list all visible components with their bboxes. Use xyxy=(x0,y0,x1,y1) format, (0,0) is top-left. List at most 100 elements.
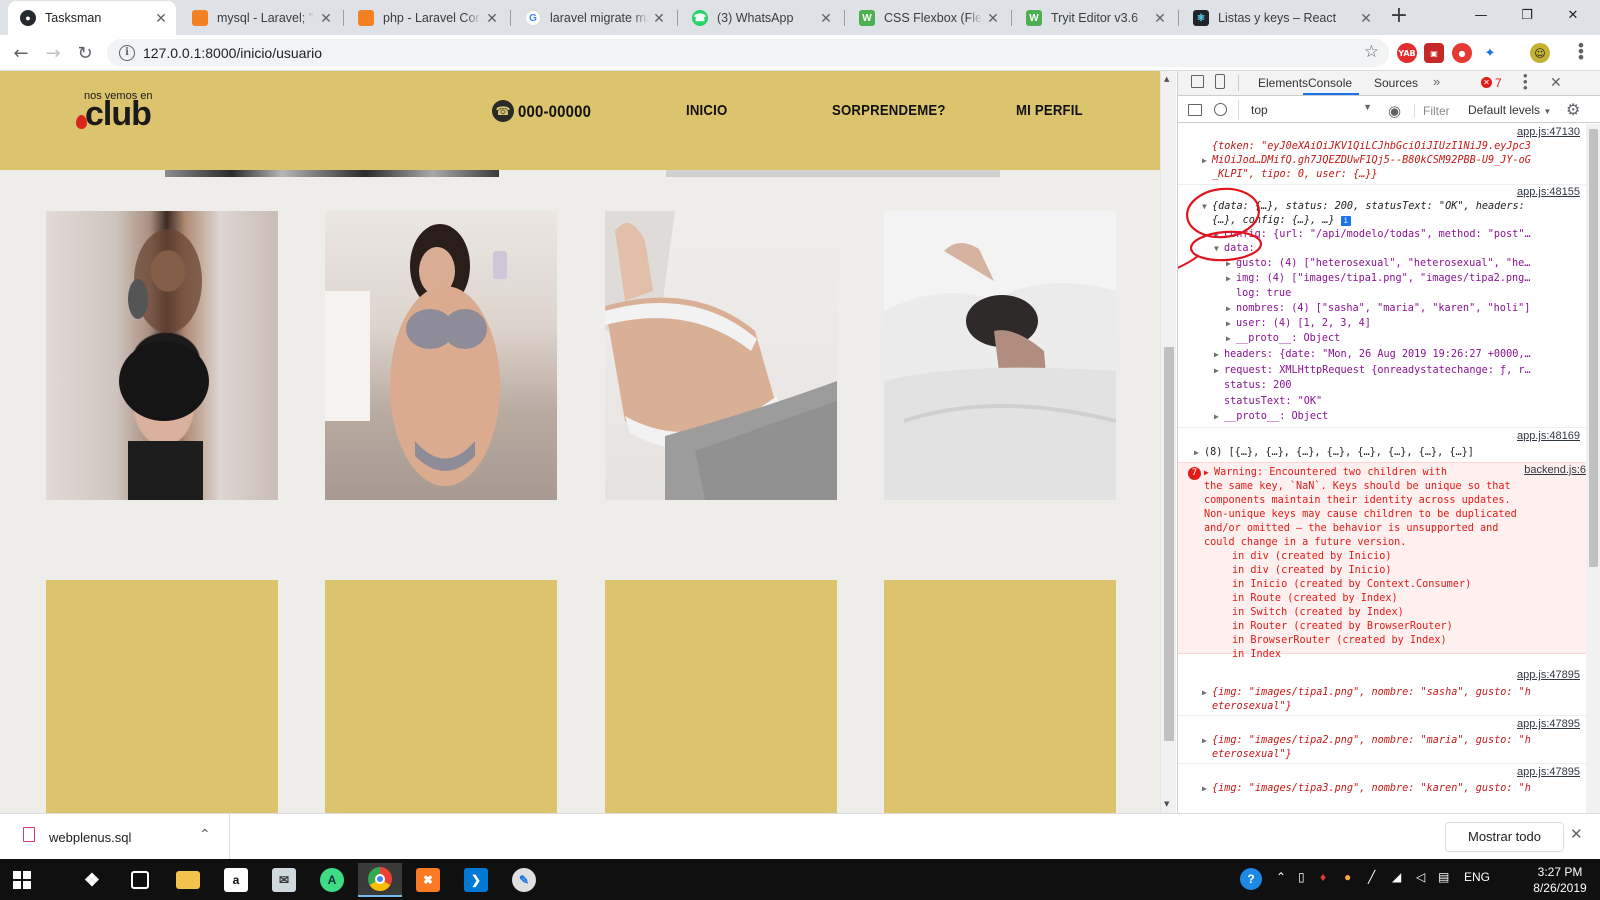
tab-react-keys[interactable]: ⚛ Listas y keys – React ✕ xyxy=(1181,1,1381,35)
bookmark-star-icon[interactable]: ☆ xyxy=(1364,42,1379,62)
notifications-tray-icon[interactable]: ▤ xyxy=(1438,870,1449,884)
more-tabs-icon[interactable]: » xyxy=(1433,74,1440,89)
close-tab-icon[interactable]: ✕ xyxy=(154,10,168,27)
log-line[interactable]: ▶ {img: "images/tipa2.png", nombre: "mari… xyxy=(1202,734,1531,748)
expand-arrow-icon[interactable]: ▶ xyxy=(1204,466,1214,480)
close-devtools-icon[interactable]: ✕ xyxy=(1550,74,1562,91)
yab-extension-icon[interactable]: YAB xyxy=(1397,43,1417,63)
start-button[interactable] xyxy=(0,863,44,897)
log-line[interactable]: ▶ __proto__: Object xyxy=(1214,410,1328,424)
volume-tray-icon[interactable]: ◁ xyxy=(1416,870,1425,884)
show-hidden-icons-icon[interactable]: ⌃ xyxy=(1276,870,1286,884)
download-item[interactable]: webplenus.sql ⌃ xyxy=(0,814,230,859)
expand-arrow-icon[interactable]: ▶ xyxy=(1214,364,1224,378)
inspect-element-icon[interactable] xyxy=(1191,75,1204,88)
close-tab-icon[interactable]: ✕ xyxy=(319,10,333,27)
tab-php-laravel[interactable]: php - Laravel Conne ✕ xyxy=(346,1,507,35)
error-count[interactable]: 7 xyxy=(1495,76,1502,90)
close-tab-icon[interactable]: ✕ xyxy=(485,10,499,27)
taskbar-store[interactable] xyxy=(118,863,162,897)
devtools-scroll-thumb[interactable] xyxy=(1589,129,1598,567)
collapse-arrow-icon[interactable]: ▼ xyxy=(1214,242,1224,256)
wifi-tray-icon[interactable]: ◢ xyxy=(1392,870,1401,884)
error-badge-icon[interactable]: ✕ xyxy=(1481,77,1492,88)
nav-phone[interactable]: 000-00000 xyxy=(518,102,591,122)
log-line[interactable]: ▶ Warning: Encountered two children with xyxy=(1204,466,1447,480)
collapse-arrow-icon[interactable]: ▼ xyxy=(1202,200,1212,214)
log-source-link[interactable]: app.js:48169 xyxy=(1517,430,1580,444)
tab-mysql[interactable]: mysql - Laravel; "SQ ✕ xyxy=(180,1,341,35)
log-line[interactable]: ▶ {img: "images/tipa1.png", nombre: "sash… xyxy=(1202,686,1531,700)
taskbar-dropbox[interactable]: ❖ xyxy=(70,863,114,897)
model-card-6[interactable] xyxy=(325,580,557,813)
log-source-link[interactable]: app.js:47895 xyxy=(1517,718,1580,732)
devtools-tab-sources[interactable]: Sources xyxy=(1374,76,1418,90)
nav-mi-perfil[interactable]: MI PERFIL xyxy=(1016,102,1083,119)
address-bar[interactable]: i 127.0.0.1:8000/inicio/usuario ☆ xyxy=(107,39,1389,67)
back-button[interactable]: ← xyxy=(8,40,34,66)
expand-arrow-icon[interactable]: ▶ xyxy=(1214,348,1224,362)
model-card-5[interactable] xyxy=(46,580,278,813)
expand-arrow-icon[interactable]: ▶ xyxy=(1226,272,1236,286)
taskbar-explorer[interactable] xyxy=(166,863,210,897)
log-line[interactable]: ▶ (8) [{…}, {…}, {…}, {…}, {…}, {…}, {…},… xyxy=(1194,446,1474,460)
help-tray-icon[interactable]: ? xyxy=(1240,868,1262,890)
expand-arrow-icon[interactable]: ▶ xyxy=(1226,317,1236,331)
log-line[interactable]: ▶ user: (4) [1, 2, 3, 4] xyxy=(1226,317,1371,331)
model-photo-3[interactable] xyxy=(605,211,837,500)
puzzle-extension-icon[interactable]: ▣ xyxy=(1424,43,1444,63)
devtools-tab-elements[interactable]: Elements xyxy=(1258,76,1308,90)
log-line[interactable]: ▶ {img: "images/tipa3.png", nombre: "kare… xyxy=(1202,782,1531,796)
reload-button[interactable]: ↻ xyxy=(72,40,98,66)
taskbar-xampp[interactable]: ✖ xyxy=(406,863,450,897)
log-line[interactable]: ▼ {data: {…}, status: 200, statusText: "O… xyxy=(1202,200,1525,214)
tab-css-flexbox[interactable]: W CSS Flexbox (Flexibl ✕ xyxy=(847,1,1008,35)
tab-laravel-migrate[interactable]: G laravel migrate mac ✕ xyxy=(513,1,674,35)
tab-tryit-editor[interactable]: W Tryit Editor v3.6 ✕ xyxy=(1014,1,1175,35)
filter-input[interactable]: Filter xyxy=(1414,104,1450,118)
show-all-downloads-button[interactable]: Mostrar todo xyxy=(1445,822,1564,852)
language-indicator[interactable]: ENG xyxy=(1464,870,1490,884)
close-tab-icon[interactable]: ✕ xyxy=(1359,10,1373,27)
expand-arrow-icon[interactable]: ▶ xyxy=(1194,446,1204,460)
expand-arrow-icon[interactable]: ▶ xyxy=(1202,782,1212,796)
java-tray-icon[interactable]: ● xyxy=(1344,870,1351,884)
restore-button[interactable]: ❐ xyxy=(1504,0,1550,30)
devtools-tab-console[interactable]: Console xyxy=(1308,76,1352,90)
log-source-link[interactable]: app.js:47895 xyxy=(1517,669,1580,683)
close-tab-icon[interactable]: ✕ xyxy=(1153,10,1167,27)
nav-sorprendeme[interactable]: SORPRENDEME? xyxy=(832,102,946,119)
network-tray-icon[interactable]: ╱ xyxy=(1368,870,1375,884)
taskbar-vscode[interactable]: ❯ xyxy=(454,863,498,897)
log-line[interactable]: ▶ request: XMLHttpRequest {onreadystatech… xyxy=(1214,364,1531,378)
expand-arrow-icon[interactable]: ▶ xyxy=(1214,228,1224,242)
defender-tray-icon[interactable]: ♦ xyxy=(1320,870,1326,884)
profile-avatar[interactable]: ☺ xyxy=(1530,43,1550,63)
device-toolbar-icon[interactable] xyxy=(1215,74,1225,89)
log-line[interactable]: ▼ data: xyxy=(1214,242,1255,256)
expand-arrow-icon[interactable]: ▶ xyxy=(1202,734,1212,748)
new-tab-button[interactable]: + xyxy=(1388,5,1410,28)
chevron-up-icon[interactable]: ⌃ xyxy=(199,826,211,843)
forward-button[interactable]: → xyxy=(40,40,66,66)
log-line[interactable]: {token: "eyJ0eXAiOiJKV1QiLCJhbGciOiJIUzI… xyxy=(1212,140,1531,154)
nav-inicio[interactable]: INICIO xyxy=(686,102,727,119)
log-line[interactable]: ▶ MiOiJod…DMifQ.gh7JQEZDUwF1Qj5--B80kCSM9… xyxy=(1202,154,1531,168)
close-tab-icon[interactable]: ✕ xyxy=(819,10,833,27)
clear-console-icon[interactable] xyxy=(1214,103,1227,116)
taskbar-mail[interactable]: ✉ xyxy=(262,863,306,897)
tab-tasksman[interactable]: ● Tasksman ✕ xyxy=(8,1,176,35)
model-photo-4[interactable] xyxy=(884,211,1116,500)
devtools-menu-icon[interactable]: • • • xyxy=(1523,69,1528,94)
usb-tray-icon[interactable]: ▯ xyxy=(1298,870,1305,884)
system-clock[interactable]: 3:27 PM 8/26/2019 xyxy=(1527,864,1593,896)
network-extension-icon[interactable]: ✦ xyxy=(1480,43,1500,63)
site-info-icon[interactable]: i xyxy=(119,45,135,61)
taskbar-chrome[interactable] xyxy=(358,863,402,897)
log-line[interactable]: ▶ __proto__: Object xyxy=(1226,332,1340,346)
close-download-bar-icon[interactable]: ✕ xyxy=(1570,825,1583,843)
console-settings-gear-icon[interactable]: ⚙ xyxy=(1566,100,1580,120)
model-card-7[interactable] xyxy=(605,580,837,813)
log-levels-select[interactable]: Default levels ▼ xyxy=(1468,103,1551,117)
log-line[interactable]: ▶ nombres: (4) ["sasha", "maria", "karen"… xyxy=(1226,302,1530,316)
